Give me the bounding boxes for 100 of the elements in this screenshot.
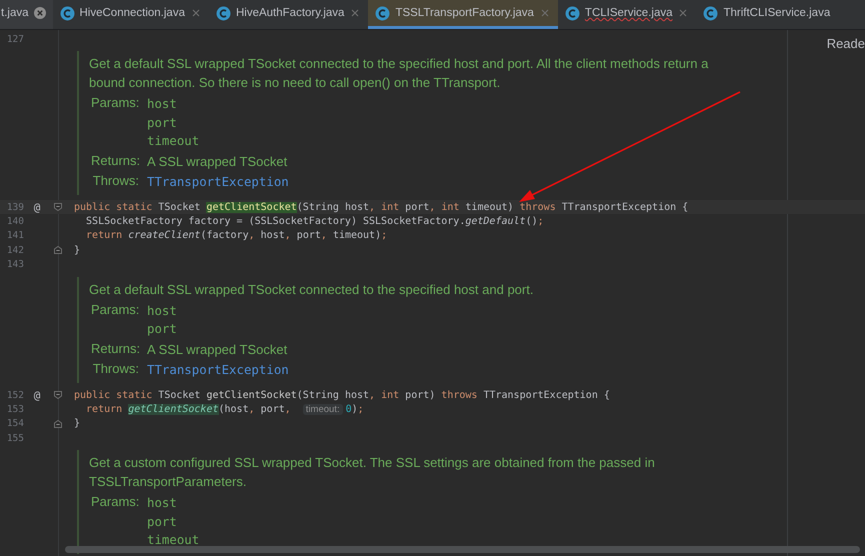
code-token: timeout): [465, 202, 515, 213]
code-token: TTransportException {: [483, 390, 610, 401]
class-file-icon: [216, 6, 231, 20]
class-file-icon: [60, 6, 74, 20]
code-token: int: [441, 202, 460, 213]
param-name: host: [147, 302, 177, 320]
editor-tab[interactable]: ThriftCLIService.java: [696, 0, 838, 29]
close-icon[interactable]: [349, 7, 362, 19]
code-token: host: [260, 230, 285, 242]
code-token: TSocket: [158, 390, 202, 401]
code-token: 0: [346, 404, 352, 415]
returns-text: A SSL wrapped TSocket: [147, 152, 288, 171]
code-token: }: [74, 244, 80, 256]
code-token: getClientSocket: [128, 404, 218, 415]
line-number: 153: [6, 404, 24, 415]
code-token: TSocket: [158, 202, 202, 213]
code-token: ,: [369, 390, 376, 401]
code-token: ,: [284, 230, 292, 242]
code-token: int: [381, 202, 400, 213]
code-token: port: [260, 404, 285, 415]
param-name: timeout: [147, 132, 200, 150]
code-token: }: [74, 418, 80, 430]
fold-icon[interactable]: [53, 245, 63, 256]
line-number: 152: [6, 390, 24, 401]
param-name: port: [147, 512, 178, 531]
returns-text: A SSL wrapped TSocket: [147, 340, 288, 359]
code-token: ;: [358, 404, 364, 415]
class-file-icon: [375, 6, 390, 20]
line-number: 155: [6, 432, 24, 444]
param-name: timeout: [147, 531, 200, 550]
code-token: ;: [381, 230, 388, 242]
override-marker[interactable]: @: [34, 388, 40, 402]
line-number: 142: [6, 244, 24, 256]
params-label: Params:: [91, 494, 139, 512]
code-token: port: [296, 230, 321, 242]
code-token: ,: [284, 404, 292, 415]
class-file-icon: [703, 6, 718, 20]
code-token: return: [85, 404, 124, 415]
code-token: (factory: [200, 230, 249, 242]
code-token: SSLSocketFactory factory = (SSLSocketFactory) SSLSocketFactory.: [85, 216, 466, 227]
code-token: (host: [218, 404, 249, 415]
doc-text: Get a custom configured SSL wrapped TSocket. The SSL settings are obtained from the passed in TSSLTransportParameters.: [89, 454, 656, 492]
line-number: 141: [6, 230, 24, 242]
param-name: host: [147, 95, 178, 114]
code-token: getClientSocket: [206, 390, 297, 401]
line-number: 140: [6, 216, 24, 227]
returns-label: Returns:: [91, 340, 139, 358]
code-token: createClient: [128, 230, 200, 242]
code-token: getDefault: [465, 216, 526, 227]
code-token: public static: [74, 390, 154, 401]
code-token: ,: [248, 230, 256, 242]
editor-tab[interactable]: t.java: [0, 0, 52, 29]
override-marker[interactable]: @: [34, 200, 40, 214]
line-number: 143: [6, 259, 24, 270]
fold-icon[interactable]: [53, 418, 63, 429]
line-number: 154: [6, 418, 24, 430]
code-token: (String host: [296, 390, 370, 401]
param-name: host: [147, 494, 178, 512]
editor-tab[interactable]: TCLIService.java: [558, 0, 696, 29]
code-token: ,: [369, 202, 376, 213]
code-token: ,: [429, 202, 436, 213]
code-token: getClientSocket: [206, 202, 297, 213]
horizontal-scrollbar[interactable]: [65, 546, 860, 553]
reader-mode-label[interactable]: Reade: [826, 36, 865, 51]
code-token: timeout): [332, 230, 382, 242]
code-token: ;: [538, 216, 544, 227]
throws-label: Throws:: [92, 172, 139, 190]
fold-icon[interactable]: [53, 202, 63, 212]
doc-text: Get a default SSL wrapped TSocket connected to the specified host and port. All the client methods return a bound connection. So there is no need to call open() on the TTransport.: [89, 55, 710, 92]
param-name: port: [147, 320, 177, 338]
close-icon[interactable]: [34, 7, 46, 19]
code-token: (): [526, 216, 538, 227]
code-token: int: [381, 390, 400, 401]
editor-tab[interactable]: TSSLTransportFactory.java: [368, 0, 558, 29]
code-token: public static: [74, 202, 154, 213]
code-token: return: [85, 230, 124, 242]
class-file-icon: [564, 6, 580, 20]
code-token: port: [405, 202, 430, 213]
code-token: ,: [320, 230, 328, 242]
code-token: throws: [520, 202, 557, 213]
params-label: Params:: [91, 95, 139, 112]
exception-link[interactable]: TTransportException: [147, 172, 289, 191]
code-token: ): [352, 404, 358, 415]
params-label: Params:: [91, 302, 139, 319]
line-number: 127: [6, 34, 24, 45]
editor-tab[interactable]: HiveConnection.java: [52, 0, 209, 29]
doc-text: Get a default SSL wrapped TSocket connected to the specified host and port.: [89, 280, 534, 299]
param-name: port: [147, 114, 178, 132]
code-token: TTransportException {: [562, 202, 688, 213]
code-token: (String host: [296, 202, 370, 213]
fold-icon[interactable]: [53, 390, 63, 400]
editor-tab[interactable]: HiveAuthFactory.java: [208, 0, 368, 29]
exception-link[interactable]: TTransportException: [147, 360, 289, 379]
close-icon[interactable]: [190, 7, 202, 19]
throws-label: Throws:: [92, 360, 139, 378]
line-number: 139: [6, 202, 24, 213]
close-icon[interactable]: [677, 7, 690, 19]
code-token: timeout:: [302, 404, 343, 415]
code-token: ,: [248, 404, 256, 415]
code-token: port): [405, 390, 436, 401]
